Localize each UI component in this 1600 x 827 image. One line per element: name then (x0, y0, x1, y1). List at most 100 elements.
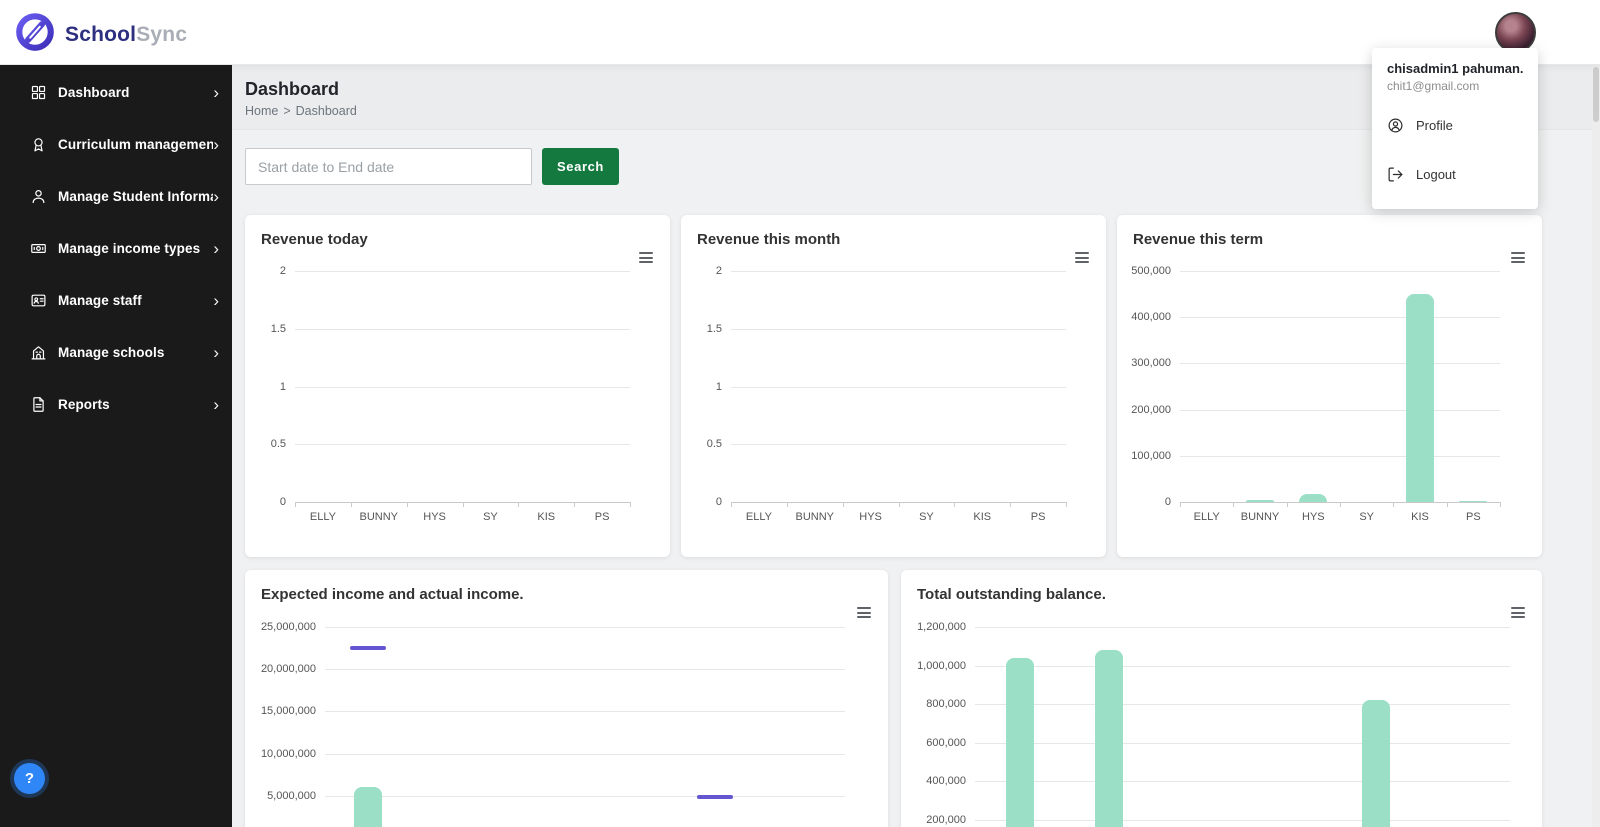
gridline (731, 386, 1066, 388)
x-axis-label: PS (1465, 511, 1481, 523)
chart-context-menu-icon[interactable] (637, 251, 655, 267)
y-axis-label: 2 (715, 265, 722, 277)
chart-card-expected-vs-actual-income: Expected income and actual income. 25,00… (245, 570, 888, 827)
x-axis-label: SY (483, 511, 498, 523)
x-axis-tick (1446, 502, 1448, 507)
y-axis-label: 1 (715, 380, 722, 393)
y-axis-label: 600,000 (926, 736, 966, 749)
sidebar-item-label: Dashboard (58, 84, 130, 100)
x-axis-tick (574, 502, 576, 507)
y-axis-label: 5,000,000 (267, 789, 316, 802)
x-axis-label: ELLY (309, 511, 336, 523)
y-axis-label: 400,000 (1131, 311, 1171, 324)
gridline (325, 753, 845, 755)
chart-context-menu-icon[interactable] (1509, 606, 1527, 622)
y-axis-label: 400,000 (926, 775, 966, 787)
bar-ps (1459, 500, 1488, 502)
charts-row-1: Revenue today 2 1.5 1 0.5 0 ELLY BUNNY HYS SY KIS… (245, 215, 1600, 557)
y-axis-label: 1.5 (706, 322, 722, 335)
logout-label: Logout (1416, 167, 1456, 182)
scrollbar-thumb[interactable] (1593, 67, 1599, 122)
x-axis-label: BUNNY (795, 511, 835, 523)
brand-name-secondary: Sync (136, 22, 188, 46)
chevron-right-icon (213, 292, 219, 309)
gridline (295, 386, 630, 388)
x-axis-tick (1393, 502, 1395, 507)
gridline (975, 781, 1510, 782)
chart-title: Total outstanding balance. (917, 586, 1106, 603)
topbar: SchoolSync (0, 0, 1600, 65)
x-axis-label: KIS (973, 511, 992, 523)
bar-elly (1005, 657, 1034, 827)
sidebar-item-label: Reports (58, 396, 110, 412)
x-axis-tick (731, 502, 732, 507)
sidebar-item-manage-income-types[interactable]: Manage income types (0, 222, 232, 274)
income-icon (31, 243, 46, 253)
y-axis-label: 0 (1164, 496, 1171, 508)
reports-icon (33, 396, 44, 412)
school-icon (31, 345, 46, 359)
date-range-input[interactable] (245, 148, 532, 185)
chart-context-menu-icon[interactable] (1073, 251, 1091, 267)
bar-kis (1406, 294, 1434, 502)
user-avatar[interactable] (1495, 12, 1536, 53)
charts-row-2: Expected income and actual income. 25,00… (245, 570, 1600, 827)
help-button[interactable]: ? (14, 763, 45, 794)
y-axis-label: 0 (279, 496, 286, 508)
y-axis-label: 1,000,000 (917, 659, 966, 672)
sidebar-item-label: Manage income types (58, 240, 201, 256)
chevron-right-icon (213, 136, 219, 153)
bar-elly (354, 787, 383, 827)
x-axis-tick (406, 502, 408, 507)
gridline (975, 704, 1510, 705)
scrollbar[interactable] (1592, 65, 1600, 827)
gridline (295, 328, 630, 330)
sidebar-item-manage-schools[interactable]: Manage schools (0, 326, 232, 378)
gridline (325, 627, 845, 628)
gridline (295, 271, 630, 272)
gridline (325, 795, 845, 797)
sidebar-item-dashboard[interactable]: Dashboard (0, 66, 232, 118)
profile-label: Profile (1416, 118, 1453, 133)
sidebar-item-reports[interactable]: Reports (0, 378, 232, 430)
y-axis-label: 25,000,000 (260, 621, 316, 633)
gridline (975, 665, 1510, 667)
sidebar-item-curriculum-management[interactable]: Curriculum management (0, 118, 232, 170)
sidebar-item-manage-student-information[interactable]: Manage Student Information (0, 170, 232, 222)
x-axis-label: BUNNY (1240, 511, 1280, 523)
menu-item-profile[interactable]: Profile (1372, 101, 1538, 150)
gridline (731, 271, 1066, 272)
chart-card-revenue-today: Revenue today 2 1.5 1 0.5 0 ELLY BUNNY HYS SY KIS… (245, 215, 670, 557)
breadcrumb-home-link[interactable]: Home (245, 104, 278, 118)
user-email: chit1@gmail.com (1387, 79, 1480, 93)
y-axis-label: 100,000 (1131, 449, 1171, 462)
x-axis-label: SY (1359, 511, 1374, 523)
chart-context-menu-icon[interactable] (855, 606, 873, 622)
x-axis-tick (1286, 502, 1288, 507)
brand-name: SchoolSync (65, 23, 187, 47)
sidebar-item-manage-staff[interactable]: Manage staff (0, 274, 232, 326)
chart-card-revenue-this-month: Revenue this month 2 1.5 1 0.5 0 ELLY BUNNY HYS… (681, 215, 1106, 557)
bar-bunny (1094, 650, 1123, 827)
x-axis-tick (350, 502, 352, 507)
x-axis-label: KIS (537, 511, 556, 523)
y-axis-label: 1.5 (270, 322, 286, 335)
menu-item-logout[interactable]: Logout (1372, 150, 1538, 199)
chart-context-menu-icon[interactable] (1509, 251, 1527, 267)
x-axis-tick (842, 502, 844, 507)
gridline (731, 328, 1066, 330)
profile-icon (1388, 118, 1403, 133)
x-axis-label: BUNNY (359, 511, 399, 523)
user-dropdown-menu: chisadmin1 pahuman... chit1@gmail.com Pr… (1372, 48, 1538, 209)
chevron-right-icon (213, 396, 219, 413)
y-axis-label: 15,000,000 (260, 705, 316, 718)
x-axis-label: PS (594, 511, 610, 523)
y-axis-label: 0.5 (270, 438, 286, 451)
gridline (731, 444, 1066, 446)
search-button[interactable]: Search (542, 148, 619, 185)
y-axis-label: 800,000 (926, 698, 966, 710)
x-axis-tick (1340, 502, 1341, 507)
x-axis-tick (518, 502, 520, 507)
x-axis-label: ELLY (745, 511, 772, 523)
chart-card-total-outstanding-balance: Total outstanding balance. 1,200,000 1,00… (901, 570, 1542, 827)
